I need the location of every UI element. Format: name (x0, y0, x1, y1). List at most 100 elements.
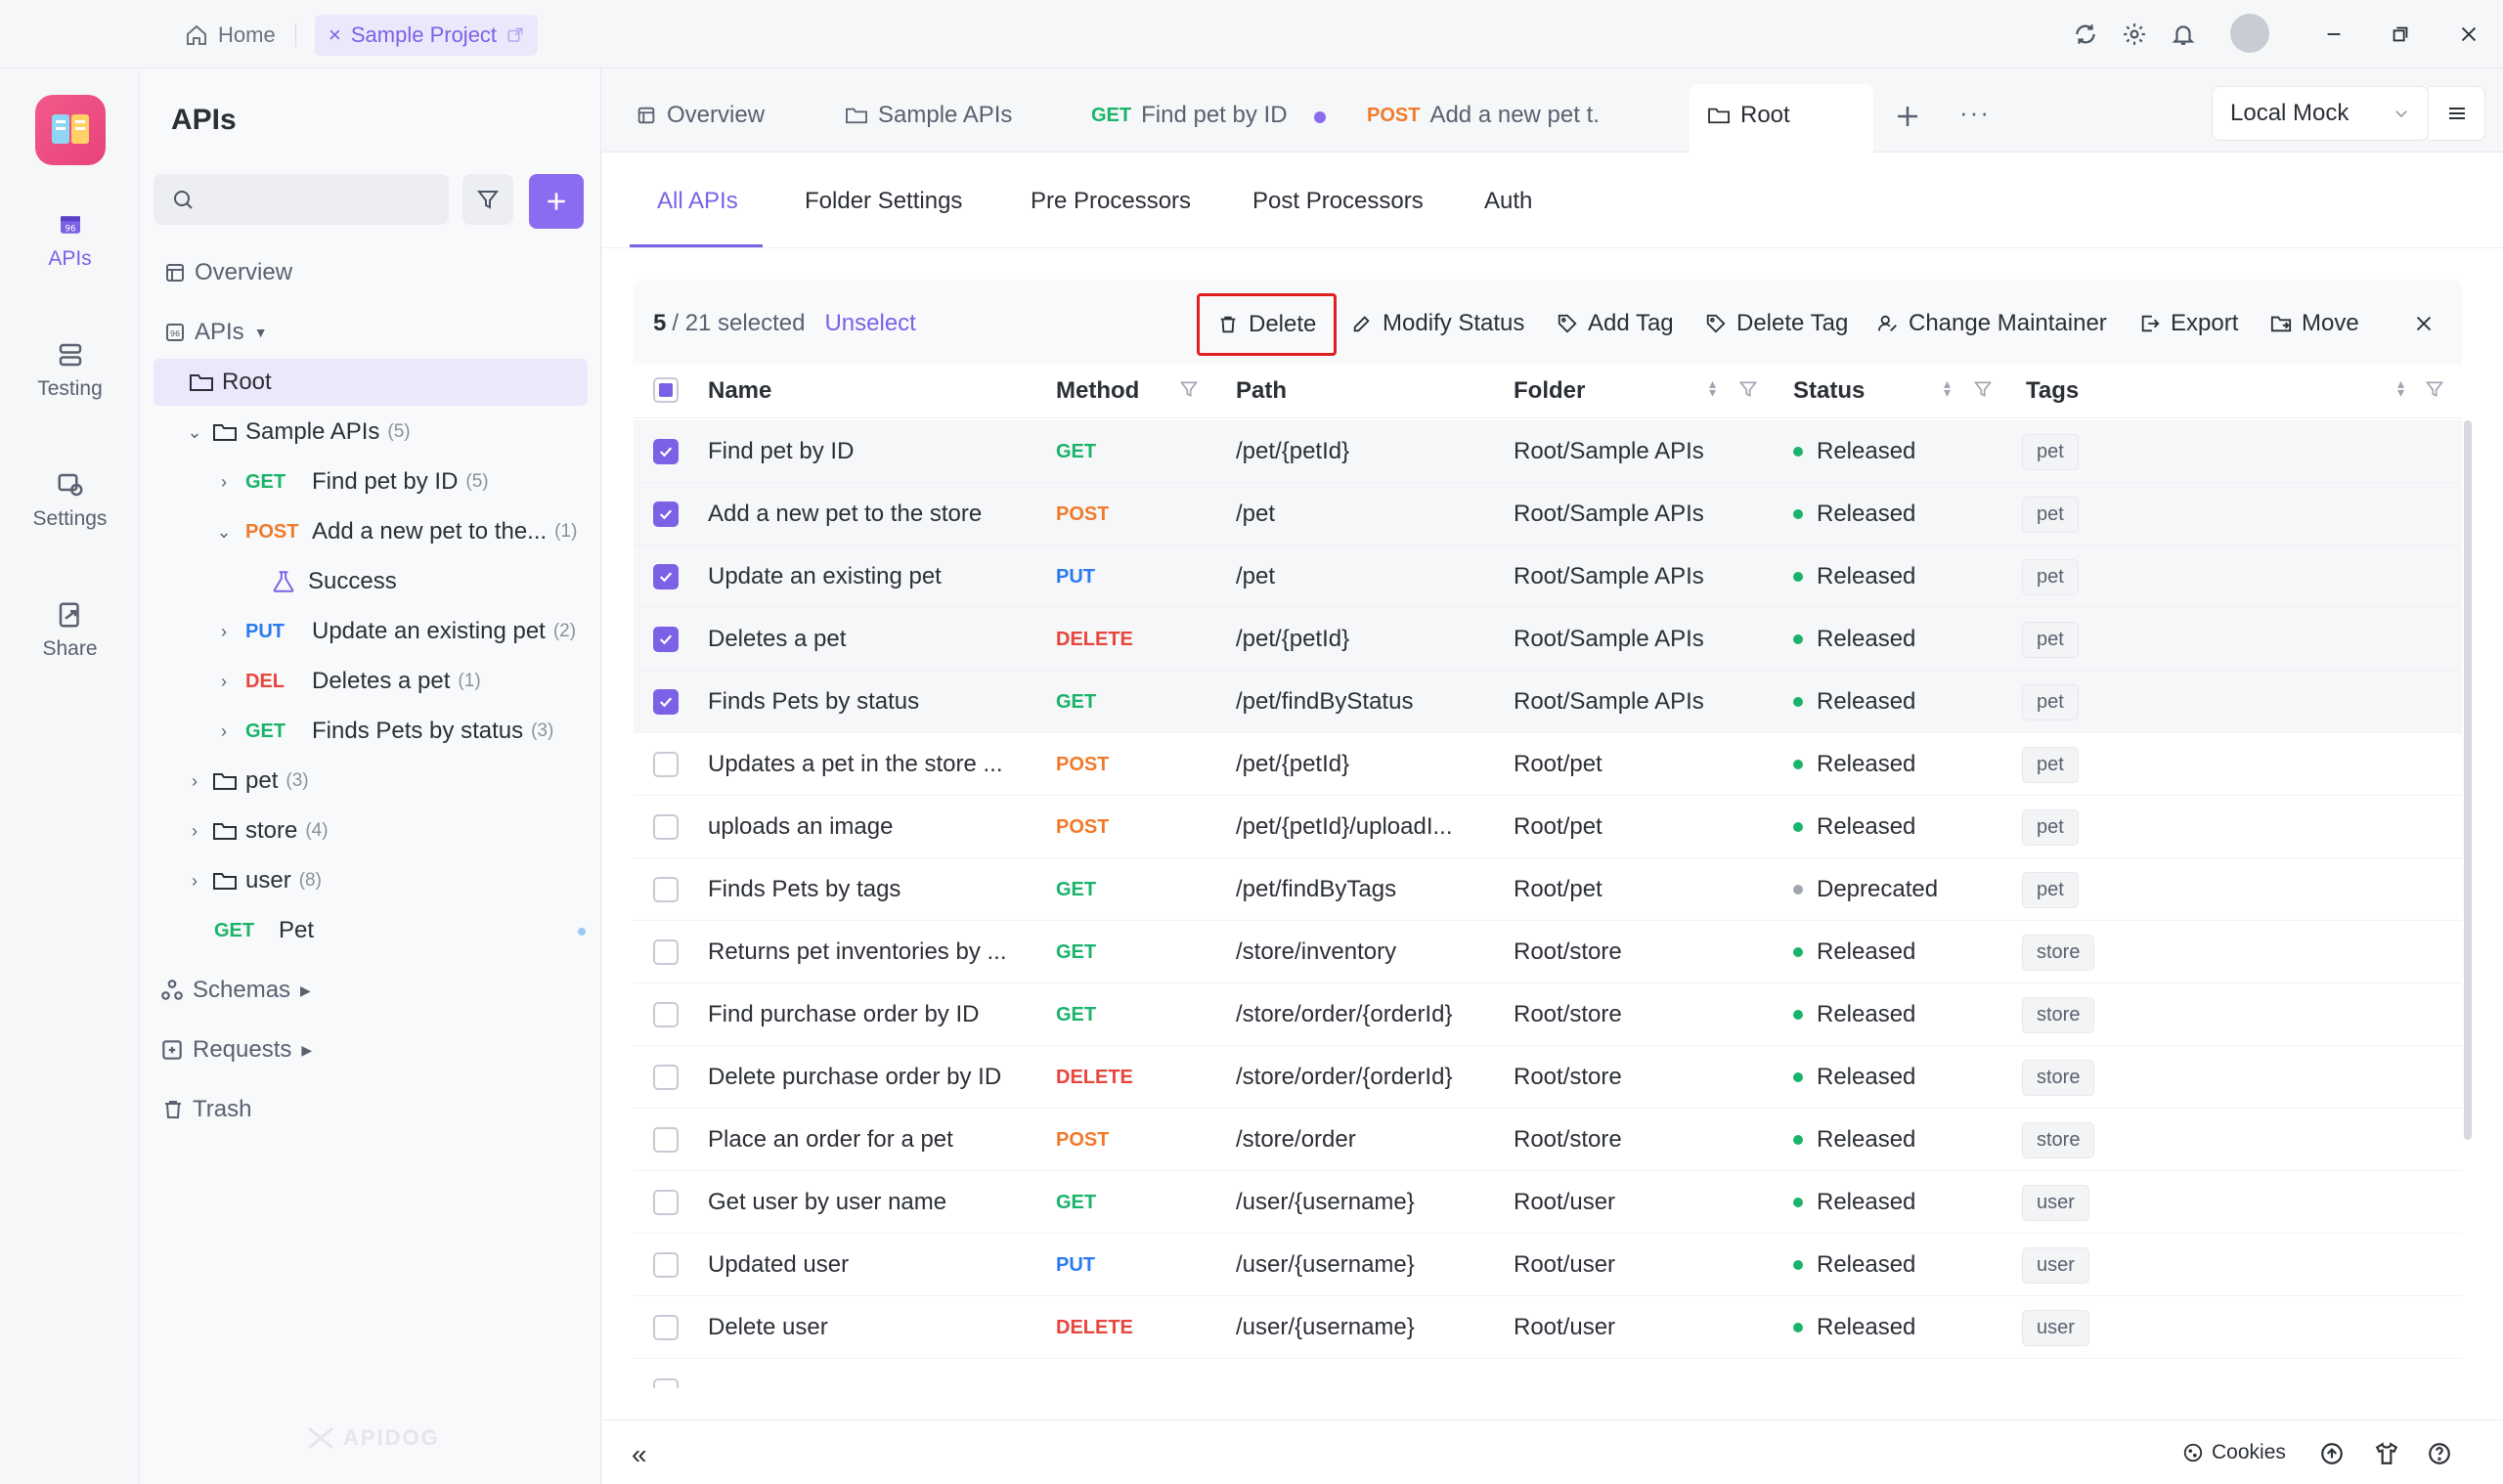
row-status[interactable]: Released (1793, 671, 1915, 733)
tag-badge[interactable]: user (2022, 1184, 2089, 1221)
subtab-all-apis[interactable]: All APIs (657, 188, 738, 215)
tag-badge[interactable]: pet (2022, 496, 2079, 533)
row-checkbox[interactable] (653, 1315, 679, 1340)
row-name[interactable]: Find pet by ID (708, 420, 1031, 483)
tree-item-find-pet[interactable]: › GET Find pet by ID (5) (214, 459, 489, 504)
row-checkbox[interactable] (653, 939, 679, 965)
row-status[interactable]: Deprecated (1793, 858, 1938, 921)
tree-folder-store[interactable]: › store (4) (185, 808, 329, 853)
modify-status-button[interactable]: Modify Status (1351, 289, 1524, 358)
subtab-pre-processors[interactable]: Pre Processors (1031, 188, 1191, 215)
tag-badge[interactable]: pet (2022, 558, 2079, 595)
rail-apis[interactable]: 96 APIs (0, 210, 140, 271)
filter-icon[interactable] (2425, 379, 2444, 399)
tag-badge[interactable]: pet (2022, 808, 2079, 846)
tag-badge[interactable]: store (2022, 1059, 2095, 1096)
minimize-icon[interactable] (2319, 20, 2349, 49)
row-checkbox[interactable] (653, 1190, 679, 1215)
row-checkbox[interactable] (653, 1252, 679, 1278)
table-row[interactable]: Finds Pets by status GET/pet/findByStatus… (634, 671, 2462, 733)
row-name[interactable]: Delete user (708, 1296, 1031, 1359)
table-row[interactable]: Returns pet inventories by ... GET/store/… (634, 921, 2462, 983)
help-icon[interactable] (2427, 1441, 2452, 1466)
row-status[interactable]: Released (1793, 1109, 1915, 1171)
tag-badge[interactable]: pet (2022, 621, 2079, 658)
table-scrollbar[interactable] (2464, 420, 2472, 1140)
row-checkbox[interactable] (653, 502, 679, 527)
doc-tab-find-pet[interactable]: GET Find pet by ID (1091, 90, 1322, 141)
bell-icon[interactable] (2169, 20, 2198, 49)
tree-folder-pet[interactable]: › pet (3) (185, 759, 309, 804)
sort-icon[interactable]: ▴ ▾ (1944, 376, 1951, 399)
sort-icon[interactable]: ▴ ▾ (1709, 376, 1716, 399)
tree-item-success[interactable]: Success (271, 559, 397, 604)
tree-apis[interactable]: 96 APIs ▼ (163, 310, 268, 355)
sort-icon[interactable]: ▴ ▾ (2397, 376, 2404, 399)
row-name[interactable]: Add a new pet to the store (708, 483, 1031, 546)
row-status[interactable]: Released (1793, 420, 1915, 483)
sync-icon[interactable] (2071, 20, 2100, 49)
row-name[interactable]: Deletes a pet (708, 608, 1031, 671)
row-status[interactable]: Released (1793, 921, 1915, 983)
shirt-icon[interactable] (2374, 1441, 2399, 1466)
col-name[interactable]: Name (708, 356, 771, 426)
table-row[interactable]: Delete purchase order by ID DELETE/store/… (634, 1046, 2462, 1109)
row-checkbox[interactable] (653, 752, 679, 777)
move-button[interactable]: Move (2270, 289, 2359, 358)
select-all-checkbox[interactable] (653, 377, 679, 403)
row-checkbox[interactable] (653, 1127, 679, 1153)
add-button[interactable] (529, 174, 584, 229)
close-selection-button[interactable] (2413, 289, 2435, 358)
filter-button[interactable] (462, 174, 513, 225)
doc-tab-add-pet[interactable]: POST Add a new pet t... (1367, 90, 1598, 141)
delete-button[interactable]: Delete (1197, 293, 1338, 356)
window-close-icon[interactable] (2454, 20, 2483, 49)
row-checkbox[interactable] (653, 439, 679, 464)
filter-icon[interactable] (1973, 379, 1993, 399)
filter-icon[interactable] (1179, 379, 1199, 399)
new-tab-icon[interactable] (1893, 102, 1922, 131)
tag-badge[interactable]: pet (2022, 683, 2079, 720)
row-name[interactable]: Finds Pets by tags (708, 858, 1031, 921)
row-name[interactable]: Get user by user name (708, 1171, 1031, 1234)
more-tabs-icon[interactable]: ··· (1959, 98, 1991, 128)
unselect-link[interactable]: Unselect (824, 310, 915, 337)
table-row[interactable]: Add a new pet to the store POST/pet Root/S… (634, 483, 2462, 546)
environment-menu-button[interactable] (2429, 86, 2485, 141)
col-method[interactable]: Method (1056, 356, 1139, 426)
tag-badge[interactable]: user (2022, 1309, 2089, 1346)
row-status[interactable]: Released (1793, 983, 1915, 1046)
table-row[interactable]: Place an order for a pet POST/store/order… (634, 1109, 2462, 1171)
home-tab[interactable]: Home (171, 15, 289, 56)
doc-tab-root[interactable]: Root (1707, 90, 1864, 141)
table-row[interactable]: Deletes a pet DELETE/pet/{petId} Root/Samp… (634, 608, 2462, 671)
filter-icon[interactable] (1738, 379, 1758, 399)
row-checkbox[interactable] (653, 1002, 679, 1027)
subtab-folder-settings[interactable]: Folder Settings (805, 188, 962, 215)
tree-item-pet[interactable]: GET Pet (214, 908, 586, 953)
row-checkbox[interactable] (653, 564, 679, 589)
row-checkbox[interactable] (653, 814, 679, 840)
row-checkbox[interactable] (653, 627, 679, 652)
rail-share[interactable]: Share (0, 600, 140, 661)
doc-tab-sample-apis[interactable]: Sample APIs (845, 90, 1040, 141)
close-icon[interactable]: × (329, 22, 341, 48)
row-status[interactable]: Released (1793, 796, 1915, 858)
subtab-post-processors[interactable]: Post Processors (1252, 188, 1424, 215)
table-row[interactable]: Finds Pets by tags GET/pet/findByTags Root… (634, 858, 2462, 921)
maximize-icon[interactable] (2386, 20, 2415, 49)
row-status[interactable]: Released (1793, 1171, 1915, 1234)
tree-item-add-pet[interactable]: ⌄ POST Add a new pet to the... (1) (214, 509, 577, 554)
rail-settings[interactable]: Settings (0, 470, 140, 531)
table-row[interactable]: Get user by user name GET/user/{username}… (634, 1171, 2462, 1234)
row-name[interactable]: Delete purchase order by ID (708, 1046, 1031, 1109)
tag-badge[interactable]: pet (2022, 433, 2079, 470)
subtab-auth[interactable]: Auth (1484, 188, 1532, 215)
row-name[interactable]: Updates a pet in the store ... (708, 733, 1031, 796)
col-tags[interactable]: Tags (2026, 356, 2079, 426)
doc-tab-overview[interactable]: Overview (636, 90, 792, 141)
tag-badge[interactable]: store (2022, 1121, 2095, 1158)
row-name[interactable]: Place an order for a pet (708, 1109, 1031, 1171)
tree-item-delete-pet[interactable]: › DEL Deletes a pet (1) (214, 659, 481, 704)
export-button[interactable]: Export (2139, 289, 2238, 358)
